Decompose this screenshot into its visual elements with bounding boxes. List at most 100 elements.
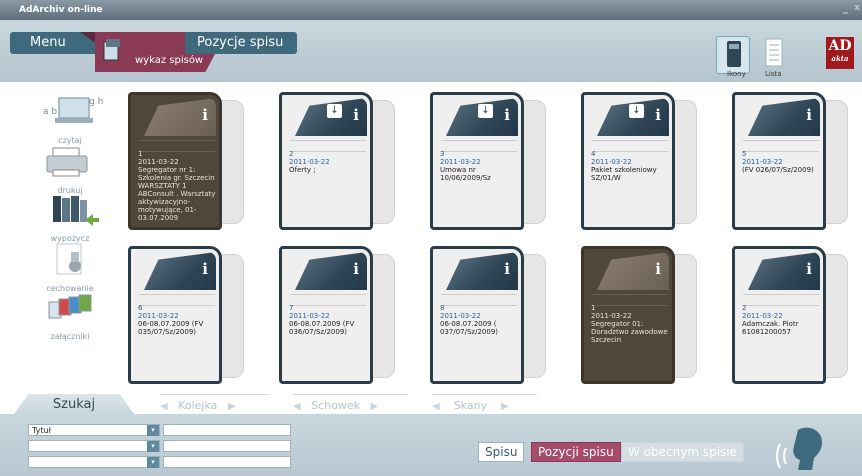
tab-label: Skany: [453, 399, 488, 412]
binder-cover: i 2 2011-03-22 Adamczak. Piotr 61081200057: [732, 246, 826, 384]
info-icon[interactable]: i: [806, 106, 812, 124]
binder-item[interactable]: ↓ i 2 2011-03-22 Oferty ;: [279, 92, 397, 230]
binder-date: 2011-03-22: [742, 312, 783, 320]
binder-cover: i 1 2011-03-22 Segregator 01: Doradztwo zaw…: [581, 246, 675, 384]
dropdown-icon: ▾: [147, 425, 159, 436]
binder-item[interactable]: ↓ i 4 2011-03-22 Pakiet szkoleniowy SZ/01/W: [581, 92, 699, 230]
binder-number: 3: [440, 150, 445, 158]
binder-title: 06-08.07.2009 (FV 036/07/Sz/2009): [289, 320, 355, 336]
search-value-input[interactable]: [163, 424, 291, 436]
binder-text: 5 2011-03-22 (FV 026/07/Sz/2009): [742, 150, 826, 174]
view-icons-label: Ikony: [727, 70, 746, 78]
binder-title: Segregator nr 1: Szkolenia gr. Szczecin …: [138, 166, 216, 222]
binder-item[interactable]: i 6 2011-03-22 06-08.07.2009 (FV 035/07/Sz/…: [128, 246, 246, 384]
tab-kolejka[interactable]: ◀ Kolejka ▶: [160, 394, 270, 414]
right-arrow-icon: ▶: [227, 401, 236, 412]
info-icon[interactable]: i: [202, 106, 208, 124]
archive-box-icon: [103, 39, 120, 61]
search-field-select[interactable]: ▾: [28, 440, 160, 452]
sidebar-item-wypozycz[interactable]: wypożycz: [30, 192, 110, 243]
books-icon: [53, 196, 99, 226]
info-icon[interactable]: i: [202, 260, 208, 278]
window-titlebar: AdArchiv on-line _ x: [0, 0, 862, 20]
search-field-select[interactable]: ▾: [28, 456, 160, 468]
tab-szukaj[interactable]: Szukaj: [14, 394, 134, 414]
binder-text: 2 2011-03-22 Oferty ;: [289, 150, 373, 174]
sidebar-item-cechowanie[interactable]: cechowanie: [30, 242, 110, 293]
binder-title: Oferty ;: [289, 166, 316, 174]
search-spisu-button[interactable]: Spisu: [478, 442, 525, 462]
minimize-button[interactable]: _: [843, 3, 848, 14]
info-icon[interactable]: i: [806, 260, 812, 278]
binder-cover: ↓ i 4 2011-03-22 Pakiet szkoleniowy SZ/01/W: [581, 92, 675, 230]
binder-item[interactable]: i 1 2011-03-22 Segregator nr 1: Szkolenia g…: [128, 92, 246, 230]
binder-grid: i 1 2011-03-22 Segregator nr 1: Szkolenia g…: [128, 92, 858, 384]
binder-number: 2: [289, 150, 294, 158]
binder-number: 4: [591, 150, 596, 158]
binder-number: 2: [742, 304, 747, 312]
info-icon[interactable]: i: [655, 260, 661, 278]
svg-text:g h i: g h i: [89, 97, 105, 107]
binder-cover: ↓ i 3 2011-03-22 Umowa nr 10/06/2009/Sz: [430, 92, 524, 230]
binder-cover: i 8 2011-03-22 06-08.07.2009 ( 037/07/Sz/20…: [430, 246, 524, 384]
close-button[interactable]: x: [854, 3, 860, 13]
search-obecnym-button[interactable]: W obecnym spisie: [621, 442, 745, 462]
info-icon[interactable]: i: [353, 260, 359, 278]
binder-item[interactable]: i 8 2011-03-22 06-08.07.2009 ( 037/07/Sz/20…: [430, 246, 548, 384]
binder-number: 1: [591, 304, 596, 312]
info-icon[interactable]: i: [655, 106, 661, 124]
binder-date: 2011-03-22: [591, 312, 632, 320]
binder-cover: i 6 2011-03-22 06-08.07.2009 (FV 035/07/Sz/…: [128, 246, 222, 384]
search-value-input[interactable]: [163, 440, 291, 452]
sidebar-item-czytaj[interactable]: a b g h i czytaj: [30, 94, 110, 145]
search-pozycji-button[interactable]: Pozycji spisu: [531, 442, 621, 462]
list-view-icon: [765, 38, 783, 67]
binder-text: 2 2011-03-22 Adamczak. Piotr 61081200057: [742, 304, 826, 336]
view-icons-button[interactable]: [716, 36, 750, 74]
download-icon[interactable]: ↓: [629, 104, 644, 118]
download-icon[interactable]: ↓: [478, 104, 493, 118]
binder-date: 2011-03-22: [138, 312, 179, 320]
binder-item[interactable]: i 2 2011-03-22 Adamczak. Piotr 61081200057: [732, 246, 850, 384]
download-icon[interactable]: ↓: [327, 104, 342, 118]
sidebar-item-drukuj[interactable]: drukuj: [30, 144, 110, 195]
info-icon[interactable]: i: [353, 106, 359, 124]
select-value: Tytuł: [32, 426, 51, 435]
info-icon[interactable]: i: [504, 106, 510, 124]
binder-number: 5: [742, 150, 747, 158]
binder-date: 2011-03-22: [440, 158, 481, 166]
binder-number: 7: [289, 304, 294, 312]
search-field-select[interactable]: Tytuł ▾: [28, 424, 160, 436]
binder-item[interactable]: i 5 2011-03-22 (FV 026/07/Sz/2009): [732, 92, 850, 230]
sidebar-item-zalaczniki[interactable]: załączniki: [30, 290, 110, 341]
binder-cover: i 7 2011-03-22 06-08.07.2009 (FV 036/07/Sz/…: [279, 246, 373, 384]
view-list-label: Lista: [765, 70, 782, 78]
binder-text: 1 2011-03-22 Segregator nr 1: Szkolenia gr…: [138, 150, 222, 222]
binder-date: 2011-03-22: [138, 158, 179, 166]
binder-number: 8: [440, 304, 445, 312]
binder-cover: i 1 2011-03-22 Segregator nr 1: Szkolenia g…: [128, 92, 222, 230]
voice-search-icon[interactable]: [768, 422, 828, 472]
tab-schowek[interactable]: ◀ Schowek ▶: [293, 394, 408, 414]
binder-item[interactable]: i 7 2011-03-22 06-08.07.2009 (FV 036/07/Sz/…: [279, 246, 397, 384]
pozycje-spisu-tab[interactable]: Pozycje spisu: [185, 32, 297, 54]
ribbon-label: wykaz spisów: [135, 55, 204, 66]
tab-skany[interactable]: ◀ Skany ▶: [432, 394, 537, 414]
printer-icon: [46, 147, 88, 177]
tab-label: Szukaj: [52, 397, 96, 412]
search-value-input[interactable]: [163, 456, 291, 468]
info-icon[interactable]: i: [504, 260, 510, 278]
view-list-button[interactable]: [757, 36, 791, 74]
menu-label: Menu: [30, 35, 66, 50]
binder-view-icon: [727, 41, 741, 67]
header: Menu wykaz spisów Pozycje spisu Ikony Li…: [0, 20, 862, 82]
binder-item[interactable]: i 1 2011-03-22 Segregator 01: Doradztwo zaw…: [581, 246, 699, 384]
logo-sub: akta: [831, 54, 849, 63]
right-arrow-icon: ▶: [501, 401, 509, 412]
tab-label: Schowek: [311, 399, 361, 412]
binder-text: 4 2011-03-22 Pakiet szkoleniowy SZ/01/W: [591, 150, 675, 182]
left-arrow-icon: ◀: [293, 401, 301, 412]
binder-date: 2011-03-22: [289, 158, 330, 166]
binder-title: Segregator 01: Doradztwo zawodowe Szczec…: [591, 320, 668, 344]
binder-item[interactable]: ↓ i 3 2011-03-22 Umowa nr 10/06/2009/Sz: [430, 92, 548, 230]
